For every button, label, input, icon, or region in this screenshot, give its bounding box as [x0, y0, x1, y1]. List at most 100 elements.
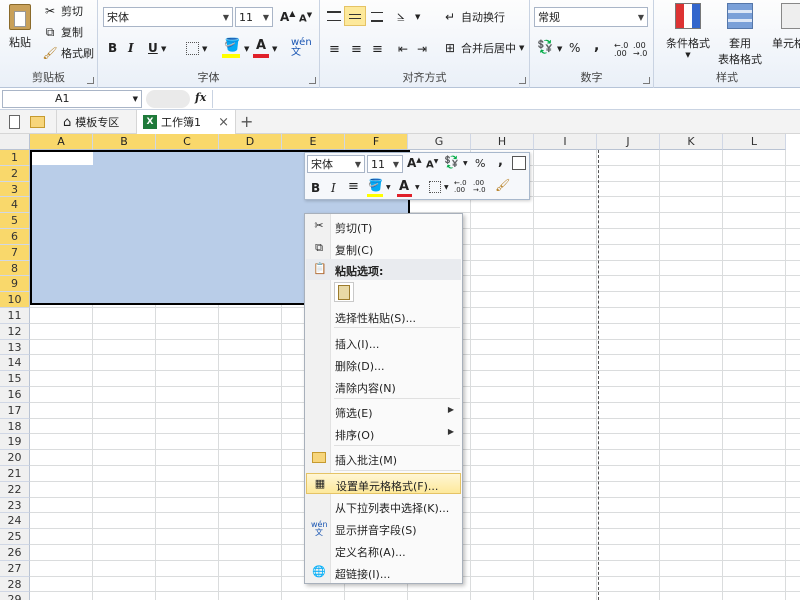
- row-header-25[interactable]: 25: [0, 529, 30, 545]
- column-header-e[interactable]: E: [282, 134, 345, 150]
- merge-icon[interactable]: [512, 156, 526, 170]
- comma-button[interactable]: ,: [594, 38, 599, 54]
- currency-icon[interactable]: 💱: [444, 155, 459, 169]
- fill-color-icon[interactable]: 🪣: [368, 178, 383, 192]
- row-header-22[interactable]: 22: [0, 481, 30, 498]
- mini-percent-button[interactable]: %: [475, 157, 485, 170]
- row-header-19[interactable]: 19: [0, 434, 30, 451]
- font-color-icon[interactable]: A: [399, 179, 409, 194]
- align-center-icon[interactable]: ≡: [351, 42, 362, 57]
- column-header-d[interactable]: D: [219, 134, 282, 150]
- row-header-10[interactable]: 10: [0, 292, 30, 308]
- row-header-27[interactable]: 27: [0, 560, 30, 577]
- font-size-select[interactable]: 11 ▼: [235, 7, 273, 27]
- row-header-29[interactable]: 29: [0, 592, 30, 600]
- tab-workbook[interactable]: X 工作簿1 ×: [136, 110, 236, 134]
- close-icon[interactable]: ×: [218, 115, 229, 130]
- row-header-8[interactable]: 8: [0, 260, 30, 277]
- decrease-indent-icon[interactable]: ⇤: [398, 42, 408, 56]
- format-painter-button[interactable]: 🖌 格式刷: [42, 45, 94, 61]
- column-header-i[interactable]: I: [534, 134, 597, 150]
- align-middle-icon[interactable]: [344, 6, 366, 26]
- currency-icon[interactable]: 💱: [537, 40, 553, 55]
- conditional-format-button[interactable]: 条件格式 ▼: [660, 3, 716, 59]
- column-header-b[interactable]: B: [93, 134, 156, 150]
- menu-item-delete[interactable]: 删除(D)...: [305, 354, 462, 375]
- menu-item-format-cells[interactable]: ▦ 设置单元格格式(F)...: [306, 473, 461, 494]
- mini-italic-button[interactable]: I: [331, 181, 336, 195]
- row-header-28[interactable]: 28: [0, 576, 30, 593]
- chevron-down-icon[interactable]: ▼: [161, 45, 166, 53]
- chevron-down-icon[interactable]: ▼: [463, 160, 468, 167]
- active-cell[interactable]: [32, 152, 93, 165]
- folder-icon[interactable]: [30, 116, 45, 128]
- decrease-decimal-icon[interactable]: .00 →.0: [473, 180, 486, 194]
- menu-item-insert[interactable]: 插入(I)...: [305, 332, 462, 353]
- column-header-l[interactable]: L: [723, 134, 786, 150]
- row-header-1[interactable]: 1: [0, 150, 30, 166]
- row-header-21[interactable]: 21: [0, 466, 30, 482]
- mini-size-select[interactable]: 11 ▼: [367, 155, 403, 173]
- merge-center-button[interactable]: ⊞ 合并后居中 ▼: [442, 40, 524, 56]
- number-launcher-icon[interactable]: [643, 77, 650, 84]
- menu-item-filter[interactable]: 筛选(E) ▶: [305, 401, 462, 422]
- menu-item-paste-special[interactable]: 选择性粘贴(S)...: [305, 306, 462, 327]
- row-header-9[interactable]: 9: [0, 276, 30, 293]
- row-header-15[interactable]: 15: [0, 371, 30, 387]
- row-header-7[interactable]: 7: [0, 244, 30, 261]
- new-document-icon[interactable]: [9, 115, 20, 129]
- row-header-14[interactable]: 14: [0, 355, 30, 372]
- row-header-24[interactable]: 24: [0, 513, 30, 530]
- cell-styles-button[interactable]: 单元格格: [766, 3, 800, 51]
- decrease-decimal-icon[interactable]: .00 →.0: [633, 42, 647, 58]
- column-header-j[interactable]: J: [597, 134, 660, 150]
- align-center-icon[interactable]: ≡: [348, 179, 359, 194]
- wrap-text-button[interactable]: ↵ 自动换行: [442, 9, 505, 25]
- cut-button[interactable]: ✂ 剪切: [42, 3, 83, 19]
- bold-button[interactable]: B: [108, 41, 117, 55]
- row-header-20[interactable]: 20: [0, 450, 30, 466]
- row-header-2[interactable]: 2: [0, 165, 30, 182]
- column-header-a[interactable]: A: [30, 134, 93, 150]
- menu-item-copy[interactable]: ⧉ 复制(C): [305, 238, 462, 259]
- menu-item-insert-comment[interactable]: 插入批注(M): [305, 448, 462, 469]
- mini-font-select[interactable]: 宋体 ▼: [307, 155, 365, 173]
- name-box[interactable]: A1 ▼: [2, 90, 142, 108]
- row-header-23[interactable]: 23: [0, 497, 30, 514]
- menu-item-cut[interactable]: ✂ 剪切(T): [305, 216, 462, 237]
- grow-font-icon[interactable]: A▲: [407, 156, 422, 170]
- chevron-down-icon[interactable]: ▼: [557, 45, 562, 53]
- align-bottom-icon[interactable]: [371, 12, 383, 22]
- grow-font-icon[interactable]: A▲: [280, 9, 295, 24]
- column-header-h[interactable]: H: [471, 134, 534, 150]
- menu-item-sort[interactable]: 排序(O) ▶: [305, 423, 462, 444]
- insert-function-button[interactable]: fx: [195, 91, 206, 104]
- row-header-12[interactable]: 12: [0, 323, 30, 340]
- alignment-launcher-icon[interactable]: [519, 77, 526, 84]
- row-header-17[interactable]: 17: [0, 402, 30, 419]
- row-header-5[interactable]: 5: [0, 213, 30, 229]
- font-launcher-icon[interactable]: [309, 77, 316, 84]
- number-format-select[interactable]: 常规 ▼: [534, 7, 648, 27]
- menu-item-pick-from-list[interactable]: 从下拉列表中选择(K)...: [305, 496, 462, 517]
- chevron-down-icon[interactable]: ▼: [444, 184, 449, 191]
- chevron-down-icon[interactable]: ▼: [202, 45, 207, 53]
- chevron-down-icon[interactable]: ▼: [272, 45, 277, 53]
- row-header-3[interactable]: 3: [0, 181, 30, 198]
- fill-color-icon[interactable]: 🪣: [224, 38, 240, 53]
- align-top-icon[interactable]: [327, 11, 341, 21]
- shrink-font-icon[interactable]: A▼: [299, 11, 312, 24]
- paste-option-button[interactable]: [334, 282, 354, 302]
- font-color-icon[interactable]: A: [256, 38, 266, 53]
- column-header-k[interactable]: K: [660, 134, 723, 150]
- column-header-c[interactable]: C: [156, 134, 219, 150]
- menu-item-clear-contents[interactable]: 清除内容(N): [305, 376, 462, 397]
- mini-comma-button[interactable]: ,: [498, 154, 503, 169]
- column-header-g[interactable]: G: [408, 134, 471, 150]
- tab-template[interactable]: ⌂ 模板专区: [56, 110, 136, 134]
- increase-decimal-icon[interactable]: ←.0.00: [454, 180, 467, 194]
- italic-button[interactable]: I: [128, 41, 134, 55]
- border-icon[interactable]: [186, 42, 199, 55]
- phonetic-icon[interactable]: wén 文: [291, 38, 312, 58]
- menu-item-hyperlink[interactable]: 🌐 超链接(I)...: [305, 562, 462, 583]
